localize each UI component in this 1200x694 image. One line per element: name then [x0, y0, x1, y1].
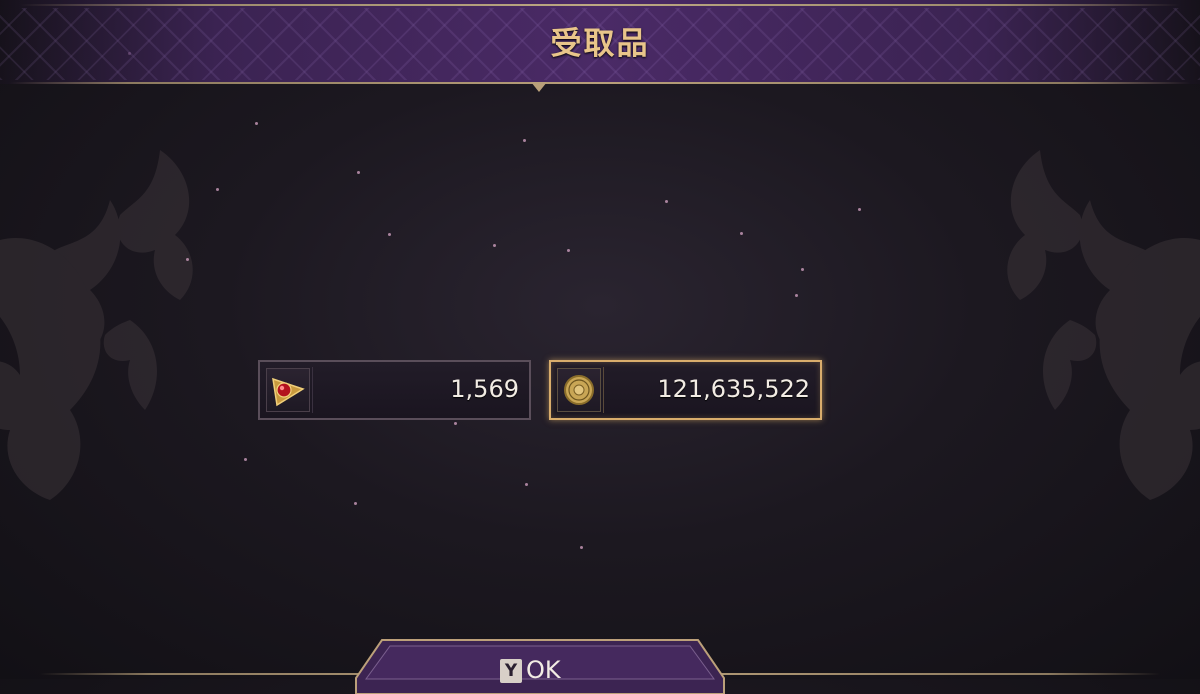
gold-coin-icon — [564, 375, 594, 405]
banner-notch-icon — [531, 82, 547, 92]
ok-button-label: OK — [526, 656, 561, 684]
reward-item-gem[interactable]: 1,569 — [258, 360, 531, 420]
heraldic-ornament-right — [1007, 150, 1200, 500]
y-key-hint: Y — [500, 659, 522, 683]
page-title: 受取品 — [550, 26, 650, 62]
reward-item-gold[interactable]: 121,635,522 — [549, 360, 822, 420]
title-banner: 受取品 — [0, 0, 1200, 92]
heraldic-ornament-left — [0, 150, 193, 500]
reward-icon-frame — [557, 368, 601, 412]
ok-button[interactable]: Y OK — [352, 634, 728, 694]
reward-amount: 121,635,522 — [657, 375, 810, 403]
reward-icon-frame — [266, 368, 310, 412]
reward-amount: 1,569 — [450, 375, 519, 403]
banner-top-border — [20, 4, 1180, 6]
banner-bottom-border — [10, 82, 1190, 84]
red-gem-icon — [272, 377, 305, 407]
